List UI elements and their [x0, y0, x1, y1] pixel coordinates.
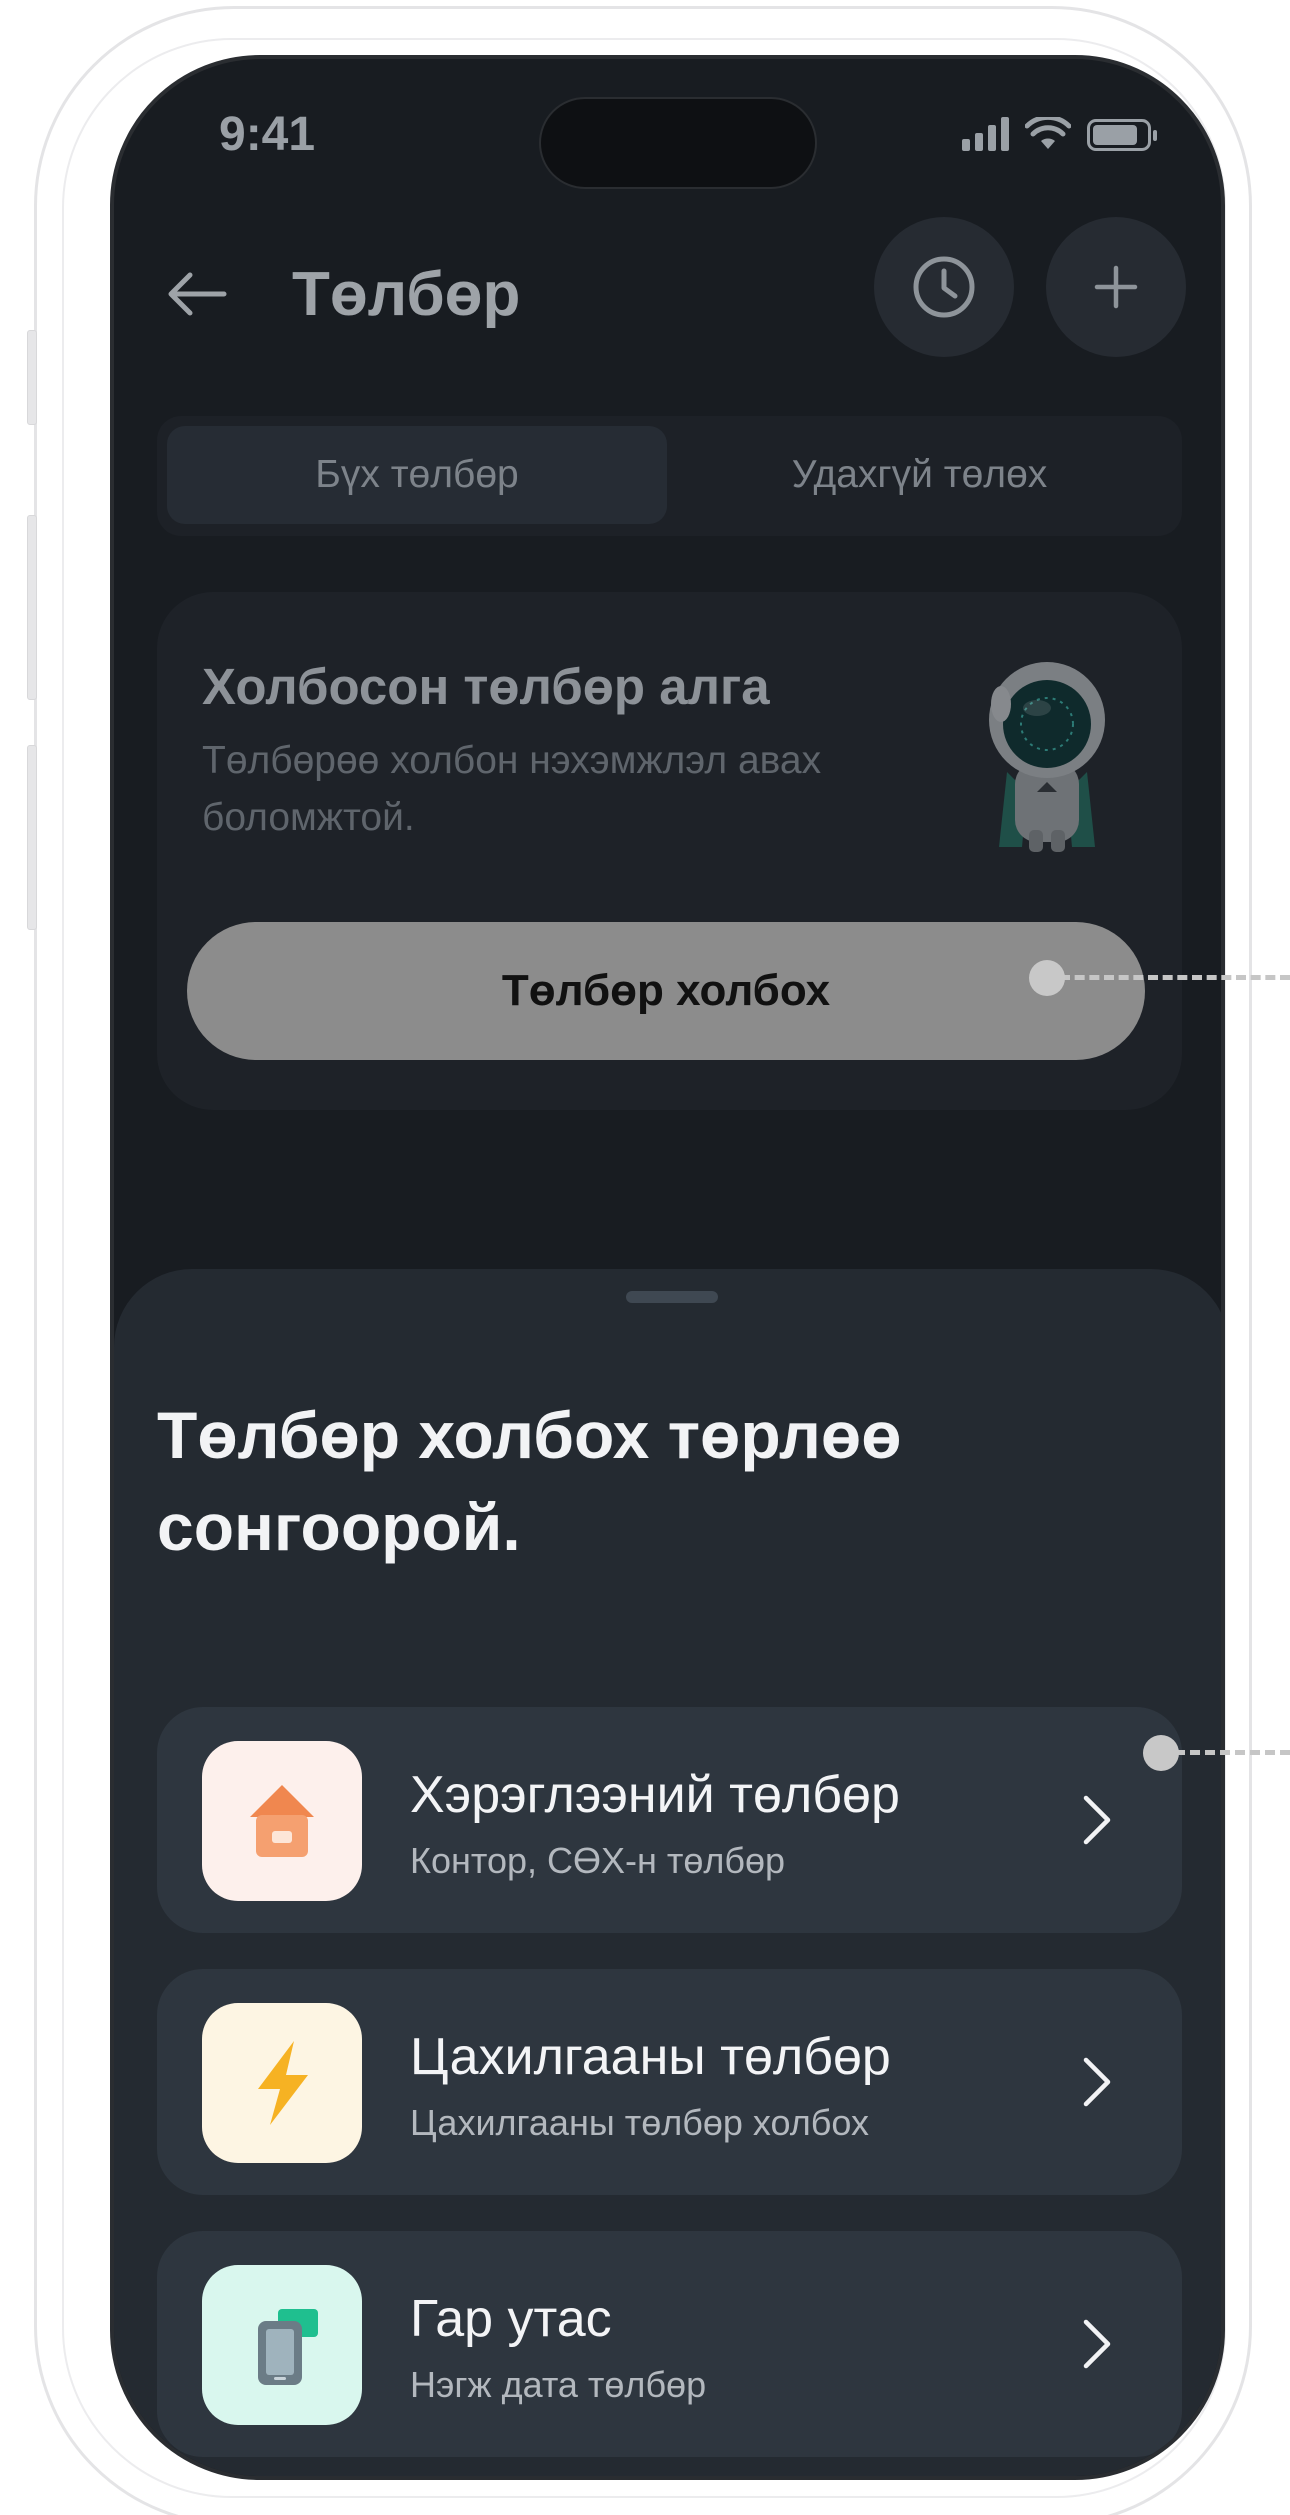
phone-screen: 9:41 Төлбөр Бүх төлбөр Удахгүй төлөх Хол…: [110, 55, 1225, 2480]
device-side-button: [27, 515, 37, 700]
chevron-right-icon: [1083, 2057, 1111, 2107]
sheet-grabber[interactable]: [626, 1291, 718, 1303]
device-side-button: [27, 330, 37, 425]
status-time: 9:41: [219, 108, 316, 161]
history-button[interactable]: [874, 217, 1014, 357]
annotation-connector: [1060, 975, 1290, 980]
chevron-right-icon: [1083, 2319, 1111, 2369]
annotation-dot: [1029, 960, 1065, 996]
empty-state-title: Холбосон төлбөр алга: [202, 658, 770, 715]
bottom-sheet: Төлбөр холбох төрлөө сонгоорой. Хэрэглээ…: [114, 1269, 1221, 2476]
plus-icon: [1094, 265, 1138, 309]
page-title: Төлбөр: [292, 260, 521, 329]
option-electricity-payment[interactable]: Цахилгааны төлбөр Цахилгааны төлбөр холб…: [157, 1969, 1182, 2195]
option-utility-payment[interactable]: Хэрэглээний төлбөр Контор, СӨХ-н төлбөр: [157, 1707, 1182, 1933]
status-icons: [962, 117, 1157, 151]
astronaut-mascot-icon: [989, 662, 1105, 852]
empty-state-subtitle: Төлбөрөө холбон нэхэмжлэл авах боломжтой…: [202, 739, 822, 839]
signal-icon: [962, 117, 1009, 151]
option-subtitle: Контор, СӨХ-н төлбөр: [410, 1840, 786, 1881]
option-subtitle: Цахилгааны төлбөр холбох: [410, 2102, 869, 2143]
sheet-title: Төлбөр холбох төрлөө сонгоорой.: [157, 1398, 902, 1564]
dynamic-island: [539, 97, 817, 189]
empty-state-card: Холбосон төлбөр алга Төлбөрөө холбон нэх…: [157, 592, 1182, 1110]
option-title: Цахилгааны төлбөр: [410, 2028, 891, 2086]
chevron-right-icon: [1083, 1795, 1111, 1845]
add-payment-button[interactable]: [1046, 217, 1186, 357]
connect-payment-button[interactable]: Төлбөр холбох: [187, 922, 1145, 1060]
option-title: Хэрэглээний төлбөр: [410, 1766, 900, 1824]
annotation-connector: [1175, 1750, 1290, 1755]
clock-icon: [913, 256, 975, 318]
tab-all-payments[interactable]: Бүх төлбөр: [167, 426, 667, 524]
battery-icon: [1087, 119, 1157, 151]
option-title: Гар утас: [410, 2290, 612, 2348]
tab-upcoming-payments[interactable]: Удахгүй төлөх: [667, 426, 1172, 524]
lightning-icon: [202, 2003, 362, 2163]
back-button[interactable]: [162, 259, 232, 329]
arrow-left-icon: [168, 272, 227, 316]
annotation-dot: [1143, 1735, 1179, 1771]
phone-sim-icon: [202, 2265, 362, 2425]
house-icon: [202, 1741, 362, 1901]
option-mobile-payment[interactable]: Гар утас Нэгж дата төлбөр: [157, 2231, 1182, 2457]
segmented-tabs: Бүх төлбөр Удахгүй төлөх: [157, 416, 1182, 536]
device-side-button: [27, 745, 37, 930]
option-subtitle: Нэгж дата төлбөр: [410, 2364, 707, 2405]
wifi-icon: [1025, 117, 1071, 149]
